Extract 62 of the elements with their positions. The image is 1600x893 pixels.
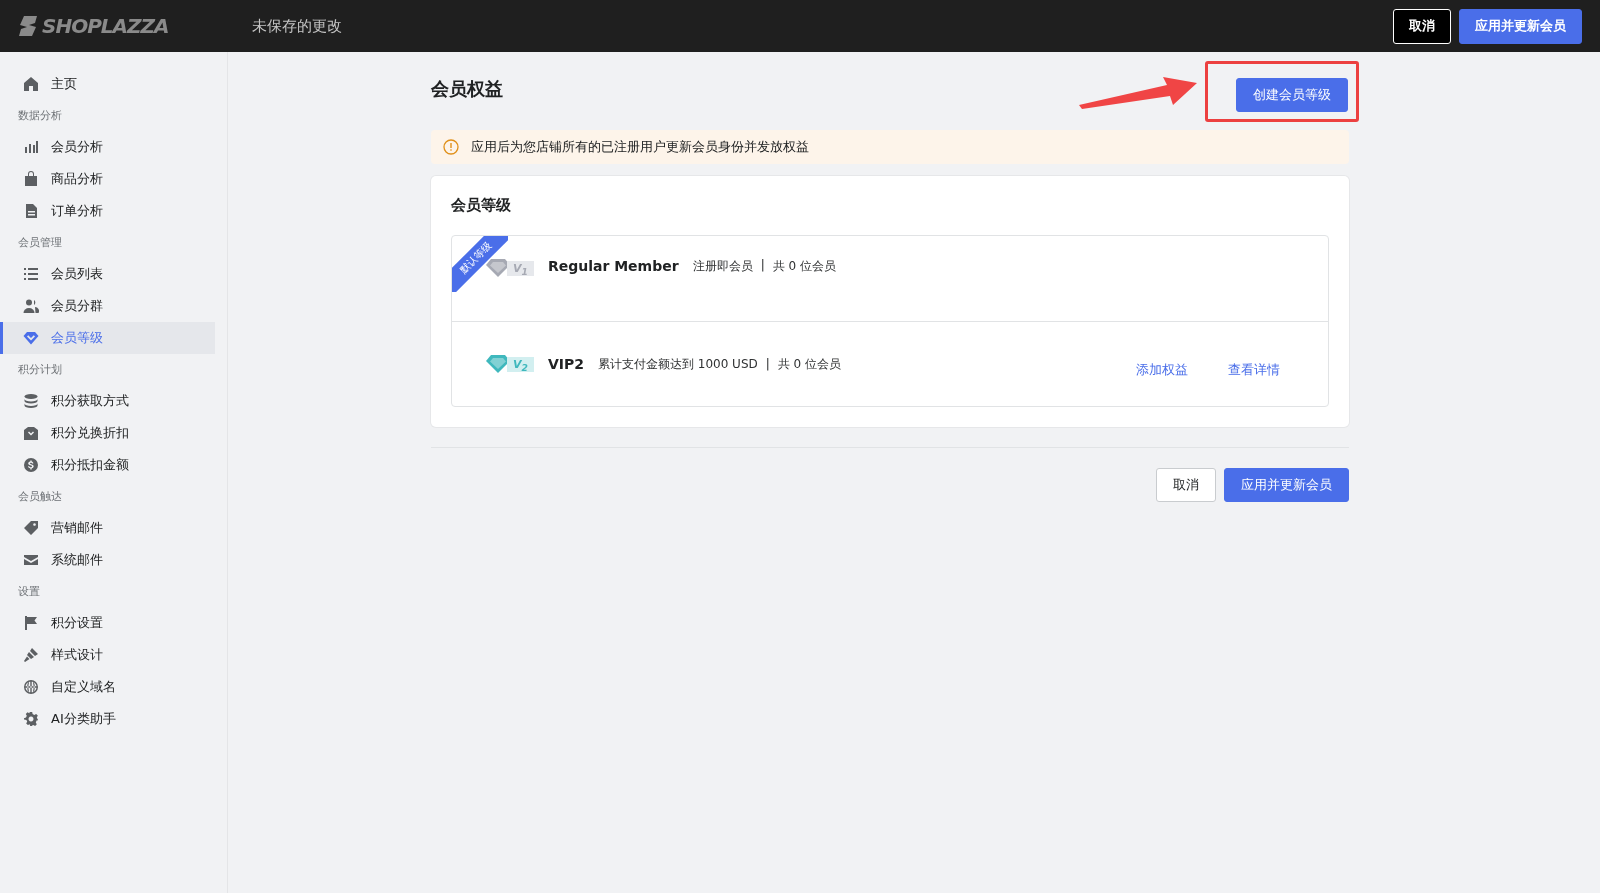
tag-icon bbox=[23, 520, 39, 536]
separator: | bbox=[765, 357, 770, 371]
apply-button[interactable]: 应用并更新会员 bbox=[1459, 8, 1582, 44]
level-name: VIP2 bbox=[547, 356, 584, 372]
sidebar-item[interactable]: 会员分群 bbox=[0, 290, 215, 322]
box-icon bbox=[23, 425, 39, 441]
sidebar-item[interactable]: 自定义域名 bbox=[0, 671, 215, 703]
dollar-icon bbox=[23, 457, 39, 473]
sidebar-item[interactable]: 会员等级 bbox=[0, 322, 215, 354]
sidebar-item[interactable]: 会员分析 bbox=[0, 131, 215, 163]
sidebar-item[interactable]: 积分兑换折扣 bbox=[0, 417, 215, 449]
sidebar-item[interactable]: 会员列表 bbox=[0, 258, 215, 290]
sidebar-item[interactable]: 积分抵扣金额 bbox=[0, 449, 215, 481]
sidebar-item[interactable]: AI分类助手 bbox=[0, 703, 215, 735]
sidebar-item[interactable]: 主页 bbox=[0, 68, 215, 100]
warning-icon bbox=[443, 139, 459, 155]
logo-icon bbox=[18, 15, 38, 37]
sidebar-item[interactable]: 营销邮件 bbox=[0, 512, 215, 544]
section-heading: 积分计划 bbox=[17, 362, 63, 378]
coins-icon bbox=[23, 393, 39, 409]
action-link[interactable]: 查看详情 bbox=[1228, 361, 1280, 379]
section-heading: 会员管理 bbox=[17, 235, 63, 251]
brush-icon bbox=[23, 647, 39, 663]
member-count: 共 0 位会员 bbox=[777, 355, 842, 373]
gear-icon bbox=[23, 711, 39, 727]
mail-icon bbox=[23, 552, 39, 568]
create-level-button[interactable]: 创建会员等级 bbox=[1236, 77, 1348, 112]
separator: | bbox=[760, 258, 765, 272]
level-condition: 注册即会员 bbox=[692, 258, 753, 275]
sidebar-item[interactable]: 积分设置 bbox=[0, 607, 215, 639]
home-icon bbox=[23, 76, 39, 92]
bag-icon bbox=[23, 171, 39, 187]
default-ribbon: 默认等级 bbox=[452, 236, 508, 292]
cancel-button[interactable]: 取消 bbox=[1393, 8, 1451, 44]
list-icon bbox=[23, 266, 39, 282]
sidebar-item[interactable]: 商品分析 bbox=[0, 163, 215, 195]
sidebar-item[interactable]: 系统邮件 bbox=[0, 544, 215, 576]
section-heading: 设置 bbox=[17, 584, 41, 600]
sidebar-item[interactable]: 样式设计 bbox=[0, 639, 215, 671]
page-title: 会员权益 bbox=[431, 77, 503, 101]
flag-icon bbox=[23, 615, 39, 631]
bars-icon bbox=[23, 139, 39, 155]
sidebar-item[interactable]: 订单分析 bbox=[0, 195, 215, 227]
logo-text: SHOPLAZZA bbox=[42, 14, 169, 38]
level-tag: V$_{1}$ bbox=[507, 260, 534, 276]
section-heading: 数据分析 bbox=[17, 108, 63, 124]
notice-text: 应用后为您店铺所有的已注册用户更新会员身份并发放权益 bbox=[471, 138, 809, 156]
member-count: 共 0 位会员 bbox=[772, 258, 836, 275]
level-tag: V$_{2}$ bbox=[507, 356, 534, 372]
apply-button[interactable]: 应用并更新会员 bbox=[1224, 468, 1349, 502]
level-condition: 累计支付金额达到 1000 USD bbox=[597, 355, 758, 373]
card-title: 会员等级 bbox=[451, 196, 512, 215]
section-heading: 会员触达 bbox=[17, 489, 63, 505]
globe-icon bbox=[23, 679, 39, 695]
sidebar-item[interactable]: 积分获取方式 bbox=[0, 385, 215, 417]
unsaved-changes-text: 未保存的更改 bbox=[252, 16, 343, 36]
doc-icon bbox=[23, 203, 39, 219]
diamond-icon bbox=[23, 330, 39, 346]
cancel-button[interactable]: 取消 bbox=[1156, 468, 1216, 502]
level-name: Regular Member bbox=[547, 258, 679, 274]
action-link[interactable]: 添加权益 bbox=[1136, 361, 1188, 379]
users-icon bbox=[23, 298, 39, 314]
